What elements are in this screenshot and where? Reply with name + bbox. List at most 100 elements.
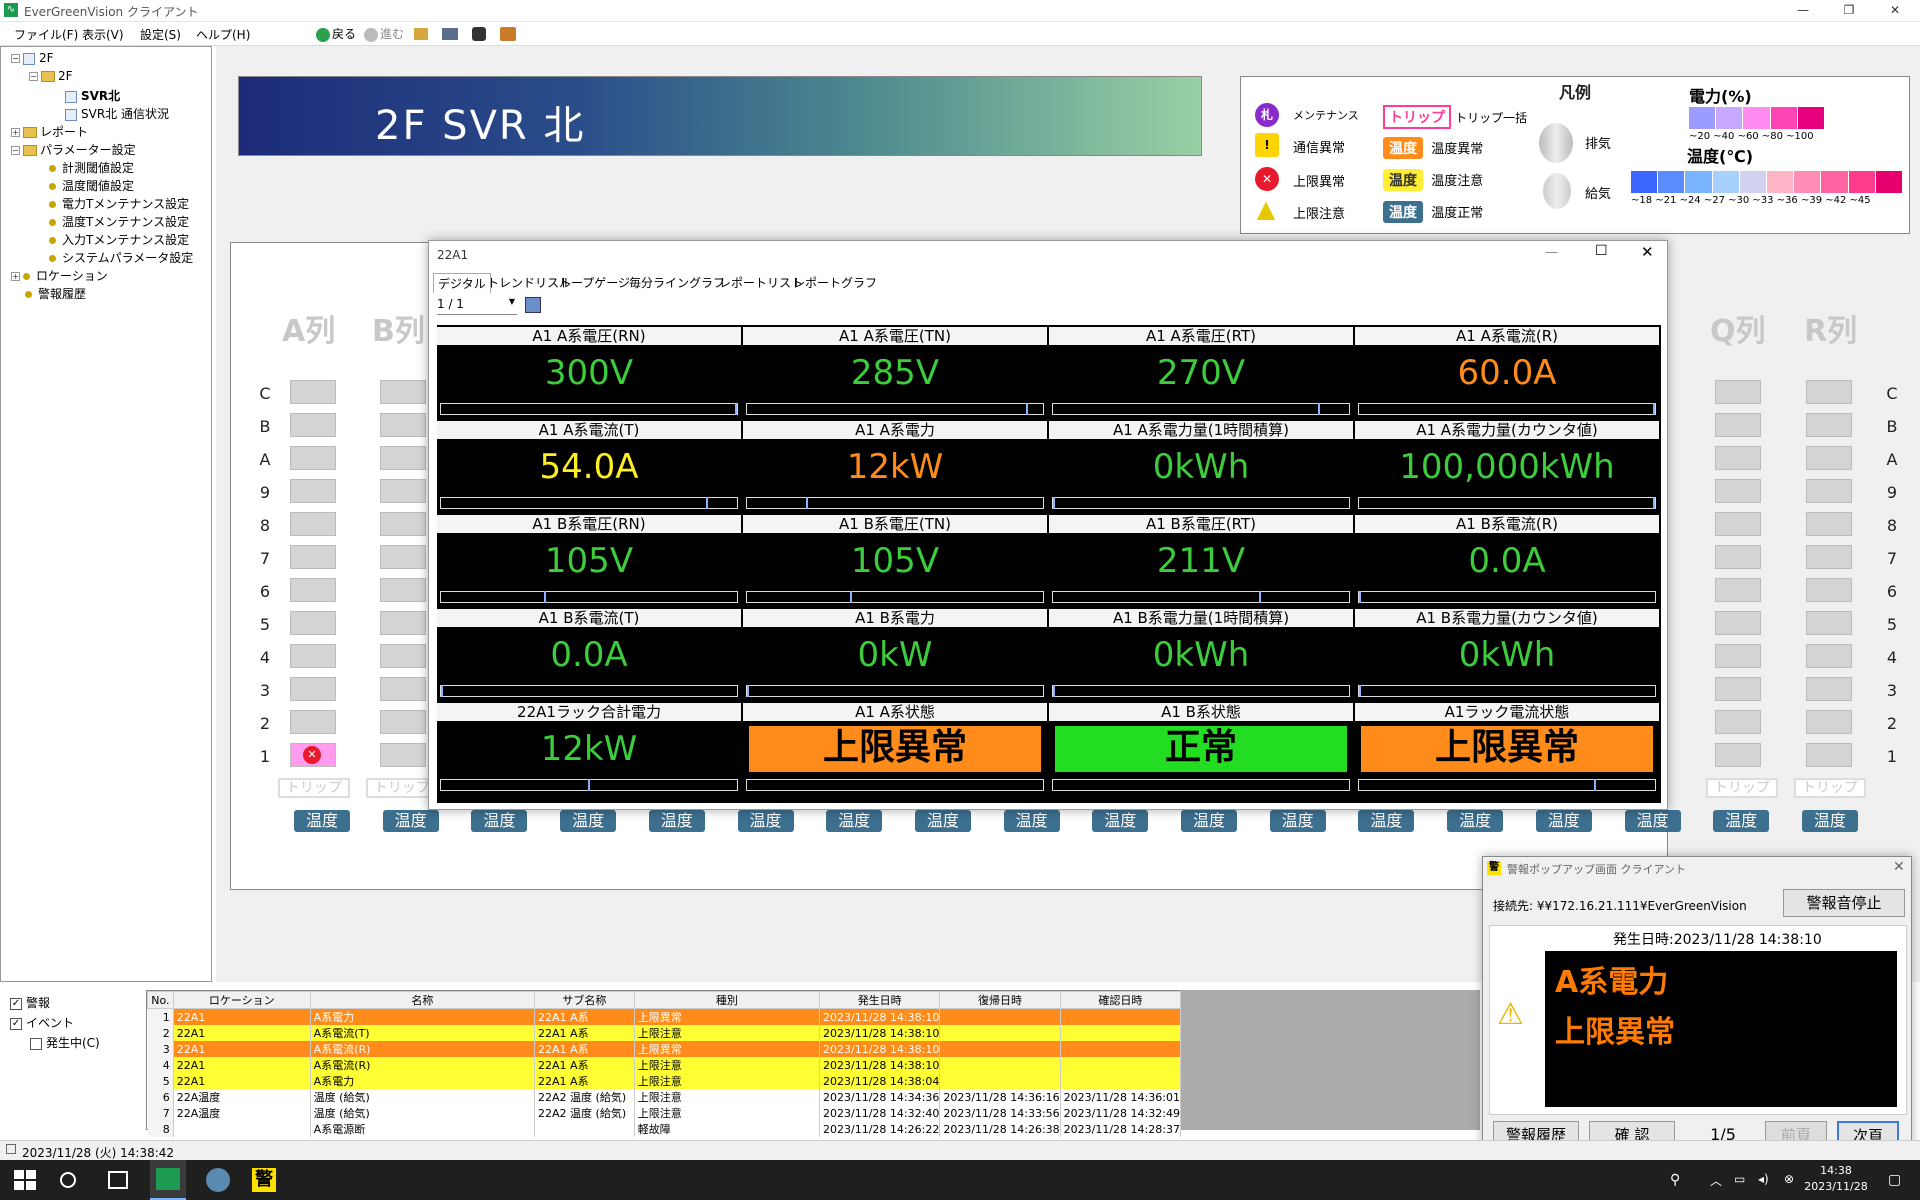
tool-button-3[interactable] [472, 25, 486, 43]
alarm-taskbar-icon[interactable]: 警 [252, 1168, 276, 1192]
rack-slot[interactable] [380, 578, 426, 602]
tree-param-item[interactable]: 電力Tメンテナンス設定 [49, 195, 189, 212]
alarm-row[interactable]: 1 22A1 A系電力 22A1 A系 上限異常 2023/11/28 14:38:10 [147, 1008, 1182, 1025]
popup-close-button[interactable]: ✕ [1893, 859, 1905, 875]
search-icon[interactable] [60, 1172, 76, 1188]
people-icon[interactable]: ⚲ [1670, 1172, 1680, 1188]
rack-slot[interactable] [380, 545, 426, 569]
rack-slot[interactable] [1806, 545, 1852, 569]
tree-params[interactable]: − パラメーター設定 [11, 141, 136, 158]
rack-slot[interactable] [1715, 743, 1761, 767]
rack-slot[interactable] [290, 644, 336, 668]
filter-event[interactable]: ✓ イベント [10, 1014, 74, 1031]
save-icon[interactable] [525, 297, 541, 313]
temp-indicator[interactable]: 温度 [914, 810, 971, 832]
rack-slot[interactable] [1715, 512, 1761, 536]
tab-loop-gauge[interactable]: ループゲージ [555, 273, 634, 293]
minimize-button[interactable]: — [1780, 0, 1826, 22]
rack-slot[interactable] [1715, 677, 1761, 701]
tree-page-svr-comm[interactable]: SVR北 通信状況 [65, 105, 169, 122]
tree-floor[interactable]: −2F [29, 69, 73, 83]
rack-slot[interactable] [290, 710, 336, 734]
rack-slot[interactable] [380, 380, 426, 404]
alarm-row[interactable]: 5 22A1 A系電力 22A1 A系 上限注意 2023/11/28 14:38:04 [147, 1073, 1182, 1089]
volume-icon[interactable]: ◂) [1758, 1172, 1769, 1186]
rack-slot[interactable] [380, 644, 426, 668]
tree-param-item[interactable]: 入力Tメンテナンス設定 [49, 231, 189, 248]
rack-slot[interactable] [1715, 578, 1761, 602]
rack-slot[interactable] [380, 446, 426, 470]
network-icon[interactable]: ▭ [1734, 1172, 1745, 1186]
temp-indicator[interactable]: 温度 [1358, 810, 1415, 832]
tree-report[interactable]: + レポート [11, 123, 88, 140]
column-header[interactable]: 確認日時 [1059, 991, 1182, 1009]
rack-slot[interactable] [1715, 446, 1761, 470]
tab-minute-line-graph[interactable]: 毎分ライングラフ [625, 273, 729, 293]
rack-slot[interactable] [290, 578, 336, 602]
temp-indicator[interactable]: 温度 [471, 810, 528, 832]
rack-slot[interactable] [1715, 545, 1761, 569]
tree-param-item[interactable]: 計測閾値設定 [49, 159, 134, 176]
tree-page-svr-north[interactable]: SVR北 [65, 87, 120, 104]
windows-start-icon[interactable] [12, 1168, 36, 1192]
task-view-icon[interactable] [108, 1171, 128, 1189]
rack-slot[interactable] [380, 743, 426, 767]
rack-slot[interactable] [290, 677, 336, 701]
tree-alarm-history[interactable]: 警報履歴 [25, 285, 86, 302]
filter-alarm[interactable]: ✓ 警報 [10, 994, 50, 1011]
menu-view[interactable]: 表示(V) [82, 26, 124, 43]
rack-slot[interactable] [290, 545, 336, 569]
action-center-icon[interactable]: ▢ [1888, 1172, 1901, 1188]
rack-slot[interactable] [290, 446, 336, 470]
alarm-row[interactable]: 4 22A1 A系電流(R) 22A1 A系 上限注意 2023/11/28 14:38:… [147, 1057, 1182, 1073]
rack-slot[interactable] [1715, 380, 1761, 404]
rack-slot[interactable] [1806, 380, 1852, 404]
menu-file[interactable]: ファイル(F) [14, 26, 78, 43]
rack-slot[interactable] [1806, 677, 1852, 701]
alarm-row[interactable]: 7 22A温度 温度 (給気) 22A2 温度 (給気) 上限注意 2023/11/28 … [147, 1105, 1182, 1121]
column-header[interactable]: サブ名称 [534, 991, 635, 1009]
rack-slot[interactable] [1806, 644, 1852, 668]
temp-indicator[interactable]: 温度 [1624, 810, 1681, 832]
temp-indicator[interactable]: 温度 [1269, 810, 1326, 832]
page-selector[interactable]: 1 / 1 ▼ [437, 297, 517, 315]
rack-slot[interactable] [1806, 512, 1852, 536]
temp-indicator[interactable]: 温度 [1713, 810, 1770, 832]
rack-slot[interactable] [1806, 413, 1852, 437]
rack-slot[interactable] [290, 479, 336, 503]
temp-indicator[interactable]: 温度 [737, 810, 794, 832]
rack-slot[interactable] [380, 677, 426, 701]
rack-slot[interactable]: ✕ [290, 743, 336, 767]
temp-indicator[interactable]: 温度 [826, 810, 883, 832]
rack-slot[interactable] [380, 479, 426, 503]
column-header[interactable]: No. [147, 991, 174, 1009]
tray-chevron-icon[interactable]: ︿ [1710, 1172, 1722, 1189]
rack-slot[interactable] [1806, 479, 1852, 503]
column-header[interactable]: 名称 [309, 991, 536, 1009]
temp-indicator[interactable]: 温度 [382, 810, 439, 832]
restore-button[interactable]: ❐ [1826, 0, 1872, 22]
temp-indicator[interactable]: 温度 [1447, 810, 1504, 832]
column-header[interactable]: 復帰日時 [939, 991, 1061, 1009]
digital-maximize-button[interactable]: ☐ [1595, 243, 1608, 259]
column-header[interactable]: 発生日時 [819, 991, 941, 1009]
rack-slot[interactable] [1715, 710, 1761, 734]
temp-indicator[interactable]: 温度 [1003, 810, 1060, 832]
capture-button[interactable] [442, 25, 458, 43]
rack-slot[interactable] [1806, 743, 1852, 767]
rack-slot[interactable] [290, 413, 336, 437]
rack-slot[interactable] [1715, 644, 1761, 668]
tab-report-graph[interactable]: レポートグラフ [789, 273, 881, 293]
rack-slot[interactable] [380, 611, 426, 635]
rack-slot[interactable] [290, 380, 336, 404]
paint-taskbar-icon[interactable] [206, 1168, 230, 1192]
tool-button-4[interactable] [500, 25, 516, 43]
rack-slot[interactable] [1806, 710, 1852, 734]
tree-location[interactable]: + ロケーション [11, 267, 108, 284]
back-button[interactable]: 戻る [316, 25, 356, 43]
rack-slot[interactable] [1806, 611, 1852, 635]
tree-param-item[interactable]: システムパラメータ設定 [49, 249, 193, 266]
rack-slot[interactable] [380, 413, 426, 437]
rack-slot[interactable] [1715, 611, 1761, 635]
column-header[interactable]: ロケーション [172, 991, 311, 1009]
